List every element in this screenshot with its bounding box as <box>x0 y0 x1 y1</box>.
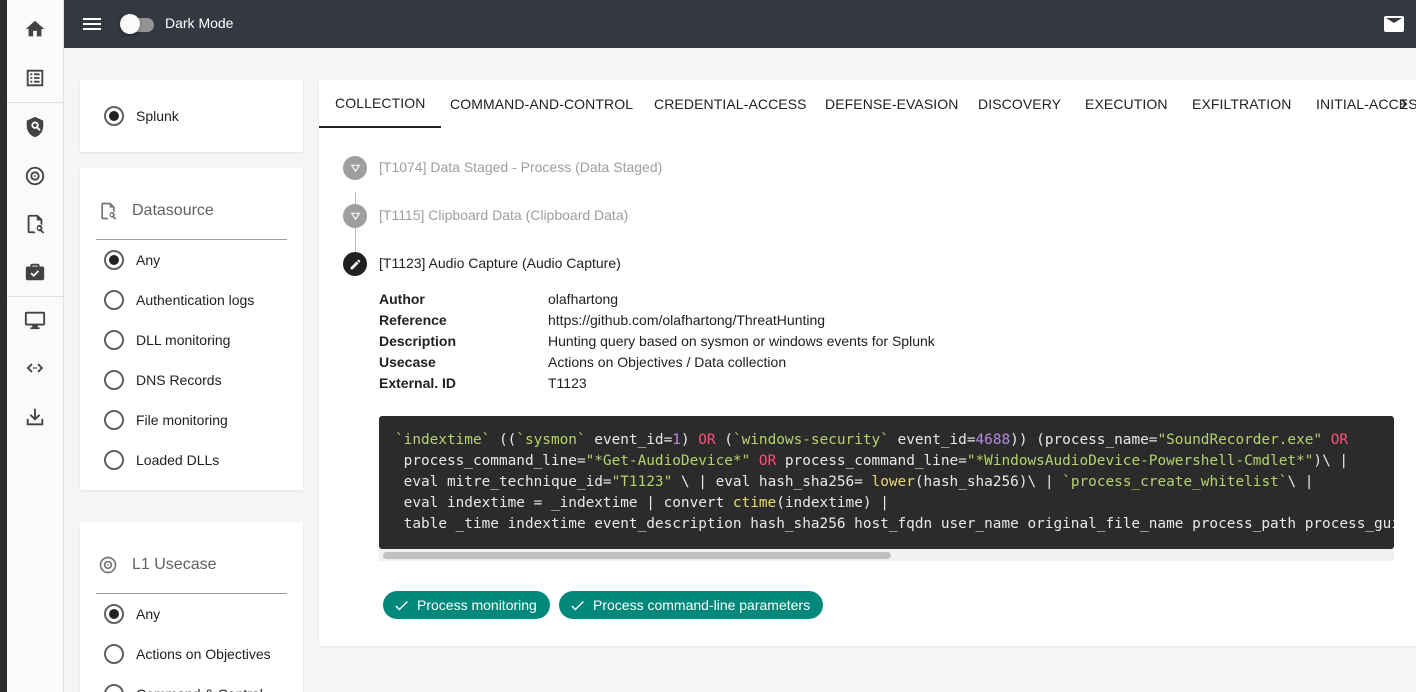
tab-discovery[interactable]: DISCOVERY <box>962 80 1077 128</box>
shield-search-icon[interactable] <box>18 110 52 144</box>
radio-label: Loaded DLLs <box>136 452 220 468</box>
tab-collection[interactable]: COLLECTION <box>319 80 442 128</box>
datasource-header: Datasource <box>98 199 214 223</box>
code-scrollbar[interactable] <box>379 549 1394 561</box>
radio-label: File monitoring <box>136 412 228 428</box>
tag-chip[interactable]: Process monitoring <box>383 591 550 619</box>
query-text: `indextime` ((`sysmon` event_id=1) OR (`… <box>395 432 1394 532</box>
radio-button[interactable] <box>104 684 124 692</box>
technique-title[interactable]: [T1123] Audio Capture (Audio Capture) <box>379 255 621 271</box>
datasource-card: Datasource Any Authentication logs DLL mon… <box>80 168 303 490</box>
scrollbar-thumb[interactable] <box>383 552 891 559</box>
dark-mode-label: Dark Mode <box>165 15 234 31</box>
datasource-title: Datasource <box>132 202 214 219</box>
radio-button[interactable] <box>104 644 124 664</box>
rail-edge <box>0 0 7 692</box>
usecase-option-any[interactable]: Any <box>104 602 160 626</box>
datasource-option-any[interactable]: Any <box>104 248 160 272</box>
radio-label: DLL monitoring <box>136 332 231 348</box>
radio-button[interactable] <box>104 604 124 624</box>
usecase-key: Usecase <box>379 354 436 370</box>
pencil-icon[interactable] <box>343 252 367 276</box>
platform-label: Splunk <box>136 108 179 124</box>
usecase-header: L1 Usecase <box>98 553 217 577</box>
tag-chip[interactable]: Process command-line parameters <box>559 591 824 619</box>
top-app-bar: Dark Mode <box>64 0 1416 48</box>
technique-title[interactable]: [T1074] Data Staged - Process (Data Stag… <box>379 159 662 175</box>
datasource-option-process-command-line[interactable]: Process command-line <box>104 488 278 490</box>
tab-execution[interactable]: EXECUTION <box>1069 80 1184 128</box>
document-search-icon <box>101 202 117 220</box>
filter-icon[interactable] <box>343 204 367 228</box>
rail-divider <box>7 102 64 103</box>
tab-command-and-control[interactable]: COMMAND-AND-CONTROL <box>434 80 649 128</box>
tab-credential-access[interactable]: CREDENTIAL-ACCESS <box>638 80 823 128</box>
radio-label: Any <box>136 606 161 622</box>
code-arrows-icon[interactable] <box>18 351 52 385</box>
query-code-block[interactable]: `indextime` ((`sysmon` event_id=1) OR (`… <box>379 416 1394 549</box>
radio-button[interactable] <box>104 410 124 430</box>
author-key: Author <box>379 291 425 307</box>
techniques-panel: COLLECTION COMMAND-AND-CONTROL CREDENTIAL-… <box>319 80 1416 646</box>
usecase-option-command-control[interactable]: Command & Control <box>104 682 263 692</box>
platform-card: Splunk <box>80 80 303 152</box>
radio-label: Any <box>136 252 161 268</box>
rail-divider <box>7 296 64 297</box>
dark-mode-toggle[interactable] <box>120 13 156 35</box>
radio-button[interactable] <box>104 330 124 350</box>
toggle-thumb <box>120 14 140 34</box>
external-id-key: External. ID <box>379 375 457 391</box>
chevron-right-icon[interactable] <box>1394 94 1414 114</box>
platform-option-splunk[interactable]: Splunk <box>104 104 179 128</box>
radio-button[interactable] <box>104 106 124 126</box>
usecase-card: L1 Usecase Any Actions on Objectives Comma… <box>80 522 303 692</box>
datasource-option-dll-monitoring[interactable]: DLL monitoring <box>104 328 230 352</box>
app-root: Dark Mode Splunk Datasource Any Authentic… <box>0 0 1416 692</box>
radio-label: Authentication logs <box>136 292 255 308</box>
description-value: Hunting query based on sysmon or windows… <box>548 333 935 349</box>
description-key: Description <box>379 333 457 349</box>
filter-icon[interactable] <box>343 156 367 180</box>
target-icon <box>99 556 117 574</box>
radio-button[interactable] <box>104 370 124 390</box>
briefcase-check-icon[interactable] <box>18 255 52 289</box>
document-search-icon[interactable] <box>18 207 52 241</box>
tactic-tabs: COLLECTION COMMAND-AND-CONTROL CREDENTIAL-… <box>319 80 1416 128</box>
usecase-option-actions-on-objectives[interactable]: Actions on Objectives <box>104 642 271 666</box>
usecase-value: Actions on Objectives / Data collection <box>548 354 787 370</box>
monitor-icon[interactable] <box>18 303 52 337</box>
usecase-title: L1 Usecase <box>132 556 217 573</box>
datasource-option-file-monitoring[interactable]: File monitoring <box>104 408 228 432</box>
target-icon[interactable] <box>18 159 52 193</box>
radio-label: Actions on Objectives <box>136 646 271 662</box>
usecase-divider <box>96 593 287 594</box>
mail-icon[interactable] <box>1382 12 1406 36</box>
tag-label: Process monitoring <box>417 597 537 613</box>
radio-button[interactable] <box>104 250 124 270</box>
menu-icon[interactable] <box>80 12 104 36</box>
reference-value[interactable]: https://github.com/olafhartong/ThreatHun… <box>548 312 825 328</box>
external-id-value: T1123 <box>548 375 587 391</box>
radio-label: DNS Records <box>136 372 222 388</box>
datasource-option-authentication-logs[interactable]: Authentication logs <box>104 288 254 312</box>
radio-label: Command & Control <box>136 686 263 692</box>
reference-key: Reference <box>379 312 447 328</box>
list-icon[interactable] <box>18 61 52 95</box>
download-icon[interactable] <box>18 400 52 434</box>
radio-button[interactable] <box>104 290 124 310</box>
tag-label: Process command-line parameters <box>593 597 811 613</box>
check-icon <box>571 600 584 610</box>
author-value: olafhartong <box>548 291 619 307</box>
tab-exfiltration[interactable]: EXFILTRATION <box>1176 80 1307 128</box>
tab-defense-evasion[interactable]: DEFENSE-EVASION <box>809 80 975 128</box>
check-icon <box>395 600 408 610</box>
datasource-option-loaded-dlls[interactable]: Loaded DLLs <box>104 448 219 472</box>
technique-title[interactable]: [T1115] Clipboard Data (Clipboard Data) <box>379 207 628 223</box>
home-icon[interactable] <box>18 12 52 46</box>
datasource-option-dns-records[interactable]: DNS Records <box>104 368 222 392</box>
datasource-divider <box>96 239 287 240</box>
nav-rail <box>0 0 64 692</box>
radio-button[interactable] <box>104 450 124 470</box>
